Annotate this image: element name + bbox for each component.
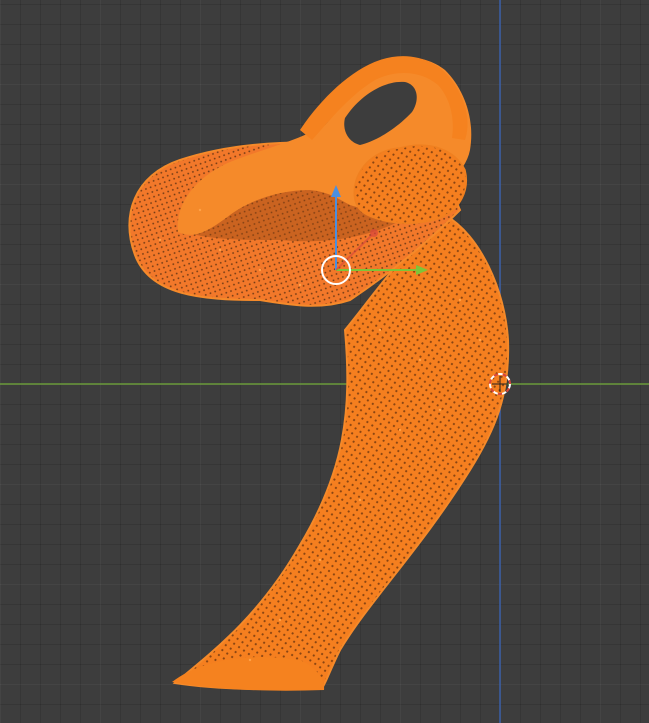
3d-viewport[interactable]	[0, 0, 649, 723]
3d-cursor-icon[interactable]	[489, 373, 511, 395]
viewport-canvas[interactable]	[0, 0, 649, 723]
selected-mesh[interactable]	[128, 56, 510, 691]
gizmo-x-handle[interactable]	[370, 229, 378, 237]
